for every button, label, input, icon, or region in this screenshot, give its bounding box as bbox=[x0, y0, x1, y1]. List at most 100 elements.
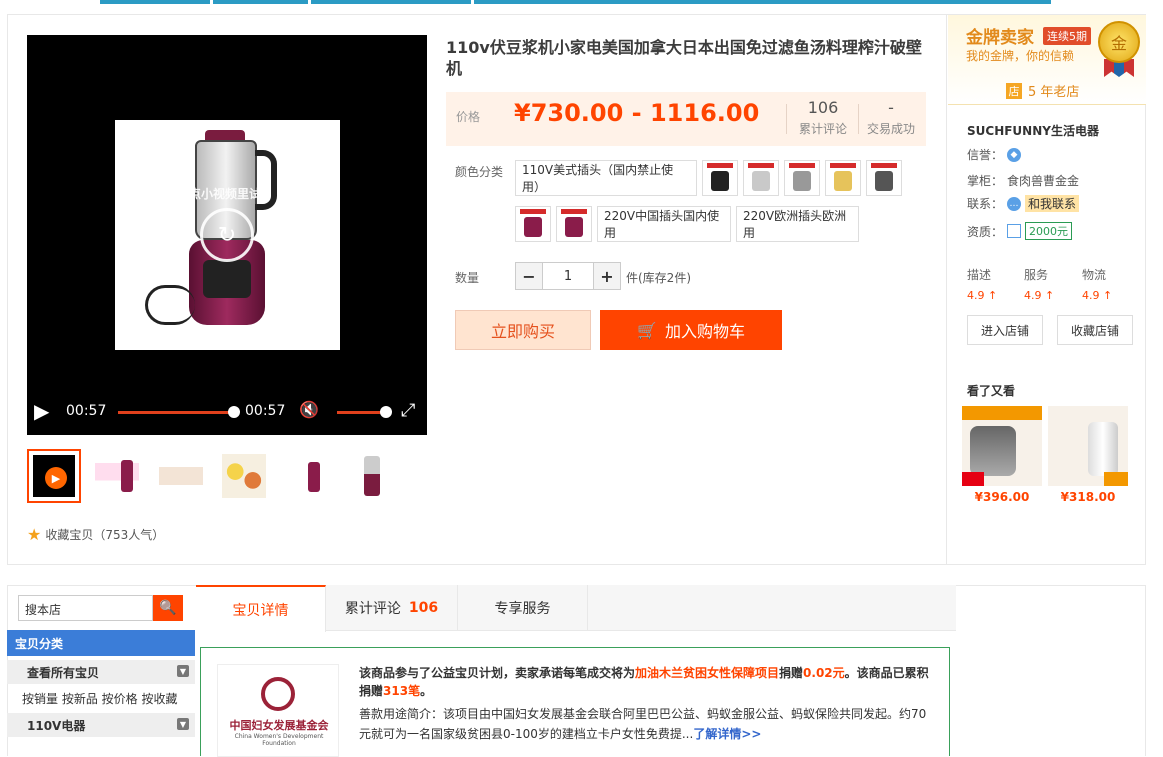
also-viewed-title: 看了又看 bbox=[967, 384, 1016, 398]
mute-icon[interactable]: 🔇 bbox=[299, 400, 319, 419]
sku-option[interactable]: 110V美式插头（国内禁止使用） bbox=[515, 160, 697, 196]
sku-option[interactable]: 220V中国插头国内使用 bbox=[597, 206, 731, 242]
search-icon[interactable]: 🔍 bbox=[153, 595, 183, 621]
chat-icon: … bbox=[1007, 196, 1022, 211]
also-viewed-item[interactable]: ¥396.00 bbox=[962, 406, 1042, 504]
collapse-icon[interactable]: ▼ bbox=[177, 718, 189, 730]
shop-years: 店 5 年老店 bbox=[1006, 81, 1079, 100]
star-icon: ★ bbox=[27, 525, 42, 544]
contact-button[interactable]: 和我联系 bbox=[1025, 195, 1080, 212]
top-nav-segment bbox=[100, 0, 210, 4]
gold-title: 金牌卖家 bbox=[966, 28, 1034, 48]
also-viewed-item[interactable]: ¥318.00 bbox=[1048, 406, 1128, 504]
enter-shop-button[interactable]: 进入店铺 bbox=[967, 315, 1043, 345]
category-110v[interactable]: 110V电器 ▼ bbox=[7, 713, 195, 737]
favorite-label: 收藏宝贝（753人气） bbox=[45, 528, 165, 542]
add-to-cart-label: 加入购物车 bbox=[664, 322, 745, 341]
thumbnail-image[interactable] bbox=[345, 449, 399, 503]
color-label: 颜色分类 bbox=[455, 165, 504, 179]
also-viewed-image bbox=[1048, 406, 1128, 486]
sku-image-option[interactable] bbox=[825, 160, 861, 196]
charity-description: 善款用途简介：该项目由中国妇女发展基金会联合阿里巴巴公益、蚂蚁金服公益、蚂蚁保险… bbox=[359, 707, 927, 741]
fullscreen-icon[interactable]: ⤢ bbox=[401, 400, 415, 421]
reviews-count[interactable]: 106 累计评论 bbox=[788, 98, 858, 137]
sku-image-option[interactable] bbox=[866, 160, 902, 196]
collect-shop-button[interactable]: 收藏店铺 bbox=[1057, 315, 1133, 345]
shop-name[interactable]: SUCHFUNNY生活电器 bbox=[967, 122, 1099, 139]
divider bbox=[786, 104, 787, 134]
play-icon[interactable]: ▶ bbox=[34, 399, 49, 423]
category-header: 宝贝分类 bbox=[7, 630, 195, 656]
tab-service[interactable]: 专享服务 bbox=[458, 585, 588, 631]
sku-option[interactable]: 220V欧洲插头欧洲用 bbox=[736, 206, 859, 242]
learn-more-link[interactable]: 了解详情>> bbox=[693, 727, 761, 741]
favorite-link[interactable]: ★ 收藏宝贝（753人气） bbox=[27, 525, 164, 544]
quantity-label: 数量 bbox=[455, 271, 480, 285]
sku-image-option[interactable] bbox=[784, 160, 820, 196]
detail-tabs: 宝贝详情 累计评论 106 专享服务 bbox=[196, 585, 956, 632]
price-label: 价格 bbox=[456, 110, 481, 124]
product-title: 110v伏豆浆机小家电美国加拿大日本出国免过滤鱼汤料理榨汁破壁机 bbox=[446, 38, 922, 78]
cart-icon: 🛒 bbox=[637, 320, 657, 340]
top-nav-segment bbox=[213, 0, 308, 4]
tab-reviews[interactable]: 累计评论 106 bbox=[326, 585, 458, 631]
shop-icon: 店 bbox=[1006, 82, 1022, 99]
also-viewed-price: ¥396.00 bbox=[974, 490, 1030, 504]
collapse-icon[interactable]: ▼ bbox=[177, 665, 189, 677]
volume-slider[interactable] bbox=[337, 411, 385, 414]
score-service: 服务 4.9 ↑ bbox=[1024, 268, 1055, 302]
gold-seller-banner: 金牌卖家 连续5期 我的金牌，你的信赖 金 店 5 年老店 bbox=[948, 15, 1146, 105]
top-nav-strip bbox=[0, 0, 1163, 4]
credit-diamond-icon: ◆ bbox=[1007, 147, 1022, 162]
also-viewed-price: ¥318.00 bbox=[1060, 490, 1116, 504]
thumbnail-image[interactable] bbox=[90, 449, 144, 503]
thumbnail-video[interactable]: ▶ bbox=[27, 449, 81, 503]
top-nav-segment bbox=[474, 0, 1051, 4]
keeper-name[interactable]: 食肉兽曹金金 bbox=[1007, 172, 1079, 189]
credit-row: 信誉： ◆ bbox=[967, 146, 1022, 163]
qualification-row: 资质： 2000元 bbox=[967, 222, 1073, 240]
volume-knob[interactable] bbox=[380, 406, 392, 418]
keeper-row: 掌柜： 食肉兽曹金金 bbox=[967, 172, 1080, 189]
sku-image-option[interactable] bbox=[743, 160, 779, 196]
sales-count: - 交易成功 bbox=[866, 98, 915, 136]
progress-bar[interactable] bbox=[118, 411, 234, 414]
charity-statement: 该商品参与了公益宝贝计划，卖家承诺每笔成交将为加油木兰贫困女性保障项目捐赠0.0… bbox=[359, 666, 929, 698]
shop-search-input[interactable]: 搜本店 bbox=[18, 595, 153, 621]
video-overlay-text: 有点小视频里试 bbox=[177, 187, 262, 201]
price-value: ¥730.00 - 1116.00 bbox=[514, 99, 760, 127]
replay-icon[interactable]: ↻ bbox=[200, 208, 254, 262]
tab-detail[interactable]: 宝贝详情 bbox=[196, 585, 326, 632]
foundation-emblem-icon bbox=[261, 677, 295, 711]
gold-subtitle: 我的金牌，你的信赖 bbox=[966, 49, 1075, 63]
charity-notice: 中国妇女发展基金会 China Women's Development Foun… bbox=[200, 647, 950, 757]
score-logistics: 物流 4.9 ↑ bbox=[1082, 268, 1113, 302]
current-time: 00:57 bbox=[66, 403, 107, 419]
score-description: 描述 4.9 ↑ bbox=[967, 268, 998, 302]
license-icon[interactable] bbox=[1007, 224, 1022, 238]
buy-now-button[interactable]: 立即购买 bbox=[455, 310, 591, 350]
video-play-icon: ▶ bbox=[45, 467, 67, 489]
product-video-player[interactable]: 有点小视频里试 ↻ ▶ 00:57 00:57 🔇 ⤢ bbox=[27, 35, 427, 435]
gold-medal-icon: 金 bbox=[1098, 21, 1140, 63]
thumbnail-strip: ▶ bbox=[27, 449, 427, 505]
deposit-badge[interactable]: 2000元 bbox=[1025, 222, 1073, 240]
video-controls: ▶ 00:57 00:57 🔇 ⤢ bbox=[27, 397, 427, 427]
all-items-link[interactable]: 查看所有宝贝 ▼ bbox=[7, 660, 195, 684]
quantity-stepper: − 1 + bbox=[515, 262, 621, 290]
quantity-input[interactable]: 1 bbox=[543, 262, 593, 290]
thumbnail-image[interactable] bbox=[154, 449, 208, 503]
quantity-increase-button[interactable]: + bbox=[593, 262, 621, 290]
thumbnail-image[interactable] bbox=[281, 449, 335, 503]
total-time: 00:57 bbox=[245, 403, 286, 419]
sku-image-option[interactable] bbox=[556, 206, 592, 242]
progress-knob[interactable] bbox=[228, 406, 240, 418]
sku-image-option[interactable] bbox=[702, 160, 738, 196]
sku-image-option[interactable] bbox=[515, 206, 551, 242]
add-to-cart-button[interactable]: 🛒 加入购物车 bbox=[600, 310, 782, 350]
quantity-decrease-button[interactable]: − bbox=[515, 262, 543, 290]
foundation-logo: 中国妇女发展基金会 China Women's Development Foun… bbox=[217, 664, 339, 757]
thumbnail-image[interactable] bbox=[217, 449, 271, 503]
sort-links[interactable]: 按销量 按新品 按价格 按收藏 bbox=[22, 690, 177, 707]
price-box: 价格 ¥730.00 - 1116.00 106 累计评论 - 交易成功 bbox=[446, 92, 926, 146]
